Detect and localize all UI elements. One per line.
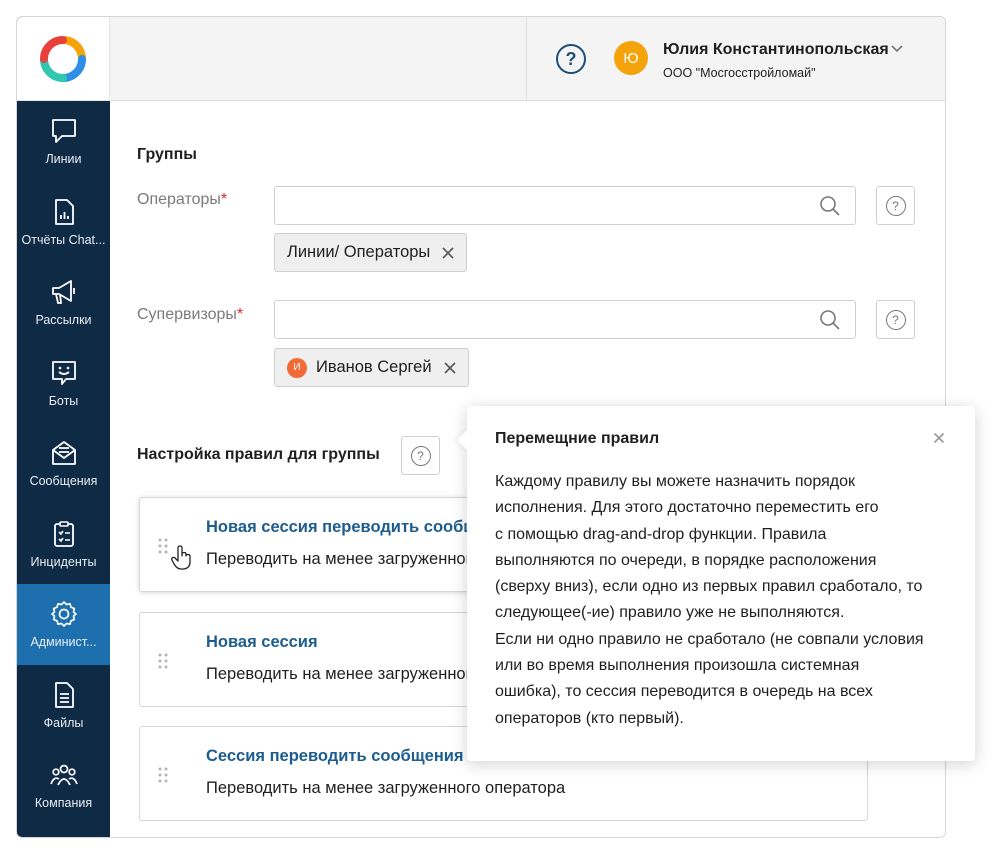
supervisor-avatar: И (287, 357, 307, 378)
sidebar-item-files[interactable]: Файлы (17, 665, 110, 746)
rule-title[interactable]: Новая сессия (206, 633, 318, 652)
popover-title: Перемещние правил (495, 430, 660, 447)
popover-line: выполняются по очереди, в порядке распол… (495, 551, 877, 569)
popover-line: с помощью drag-and-drop функции. Правила (495, 525, 827, 543)
operators-search-input[interactable] (285, 187, 805, 224)
file-icon (54, 681, 74, 708)
user-organization: ООО "Мосгосстройломай" (663, 66, 816, 80)
popover-line: или во время выполнения произошла систем… (495, 657, 860, 675)
rules-help-button[interactable]: ? (401, 436, 440, 475)
popover-line: операторов (кто первый). (495, 709, 684, 727)
logo-icon (40, 35, 86, 82)
help-button[interactable]: ? (556, 44, 586, 74)
sidebar-item-label: Компания (34, 796, 93, 811)
search-icon[interactable] (819, 309, 841, 331)
operators-label: Операторы* (137, 191, 228, 208)
sidebar-item-bots[interactable]: Боты (17, 343, 110, 424)
supervisors-search[interactable] (274, 300, 856, 339)
remove-tag-icon[interactable] (444, 361, 456, 374)
rule-description: Переводить на менее загруженного операто… (206, 779, 566, 797)
popover-line: следующее(-ие) правило уже не выполняютс… (495, 604, 845, 622)
operator-tag: Линии/ Операторы (274, 233, 468, 272)
sidebar-item-label: Отчёты Chat... (21, 232, 106, 247)
people-icon (49, 764, 78, 786)
user-avatar[interactable]: Ю (614, 41, 648, 75)
popover-line: Каждому правилу вы можете назначить поря… (495, 473, 856, 490)
supervisors-help-button[interactable]: ? (876, 300, 915, 339)
sidebar: Линии Отчёты Chat... Рассылки Боты Сообщ… (17, 17, 110, 837)
sidebar-item-company[interactable]: Компания (17, 745, 110, 826)
sidebar-item-label: Файлы (43, 715, 84, 730)
popover-line: исполнения. Для этого достаточно перемес… (495, 499, 879, 517)
sidebar-item-reports[interactable]: Отчёты Chat... (17, 182, 110, 263)
popover-line: (сверху вниз), если одно из первых прави… (495, 578, 923, 596)
search-icon[interactable] (819, 195, 841, 217)
sidebar-item-label: Админист... (30, 635, 97, 650)
drag-handle-icon[interactable] (158, 653, 168, 669)
envelope-icon (51, 441, 76, 466)
groups-title: Группы (137, 146, 197, 163)
sidebar-item-label: Сообщения (29, 474, 98, 489)
megaphone-icon (51, 280, 75, 305)
clipboard-icon (53, 520, 74, 547)
header-divider (526, 17, 527, 101)
popover-body: Каждому правилу вы можете назначить поря… (495, 469, 959, 732)
rules-title: Настройка правил для группы (137, 446, 380, 463)
rule-title[interactable]: Сессия переводить сообщения (206, 747, 464, 766)
sidebar-item-mailings[interactable]: Рассылки (17, 262, 110, 343)
popover-line: ошибка), то сессия переводится в очередь… (495, 683, 873, 701)
sidebar-item-lines[interactable]: Линии (17, 101, 110, 182)
gear-icon (50, 601, 77, 628)
sidebar-item-label: Линии (45, 152, 82, 167)
sidebar-nav: Линии Отчёты Chat... Рассылки Боты Сообщ… (17, 101, 110, 826)
chevron-down-icon[interactable] (890, 42, 904, 56)
operators-search[interactable] (274, 186, 856, 225)
question-icon: ? (885, 309, 906, 330)
rules-help-popover: Перемещние правил Каждому правилу вы мож… (457, 406, 975, 761)
close-icon[interactable] (933, 432, 945, 444)
required-mark: * (236, 306, 244, 323)
supervisors-label: Супервизоры* (137, 306, 244, 323)
supervisors-search-input[interactable] (285, 301, 805, 338)
sidebar-item-label: Рассылки (35, 313, 92, 328)
drag-handle-icon[interactable] (158, 538, 168, 554)
question-icon: ? (885, 195, 906, 216)
popover-line: Если ни одно правило не сработало (не со… (495, 630, 924, 648)
chat-bubble-icon (51, 119, 76, 144)
hand-cursor-icon (171, 545, 191, 570)
supervisor-tag-label: Иванов Сергей (316, 358, 432, 376)
top-header: ? Ю Юлия Константинопольская ООО "Мосгос… (110, 17, 945, 101)
sidebar-item-admin[interactable]: Админист... (17, 584, 110, 665)
operators-help-button[interactable]: ? (876, 186, 915, 225)
sidebar-item-label: Инциденты (30, 554, 97, 569)
remove-tag-icon[interactable] (442, 246, 454, 259)
report-icon (54, 198, 74, 225)
logo[interactable] (17, 17, 110, 101)
required-mark: * (220, 191, 228, 208)
drag-handle-icon[interactable] (158, 767, 168, 783)
sidebar-item-label: Боты (48, 393, 79, 408)
supervisor-tag: И Иванов Сергей (274, 348, 469, 387)
sidebar-item-incidents[interactable]: Инциденты (17, 504, 110, 585)
user-name[interactable]: Юлия Константинопольская (663, 41, 889, 59)
bot-icon (51, 360, 76, 385)
operator-tag-label: Линии/ Операторы (287, 243, 431, 261)
question-icon: ? (410, 445, 431, 466)
sidebar-item-messages[interactable]: Сообщения (17, 423, 110, 504)
